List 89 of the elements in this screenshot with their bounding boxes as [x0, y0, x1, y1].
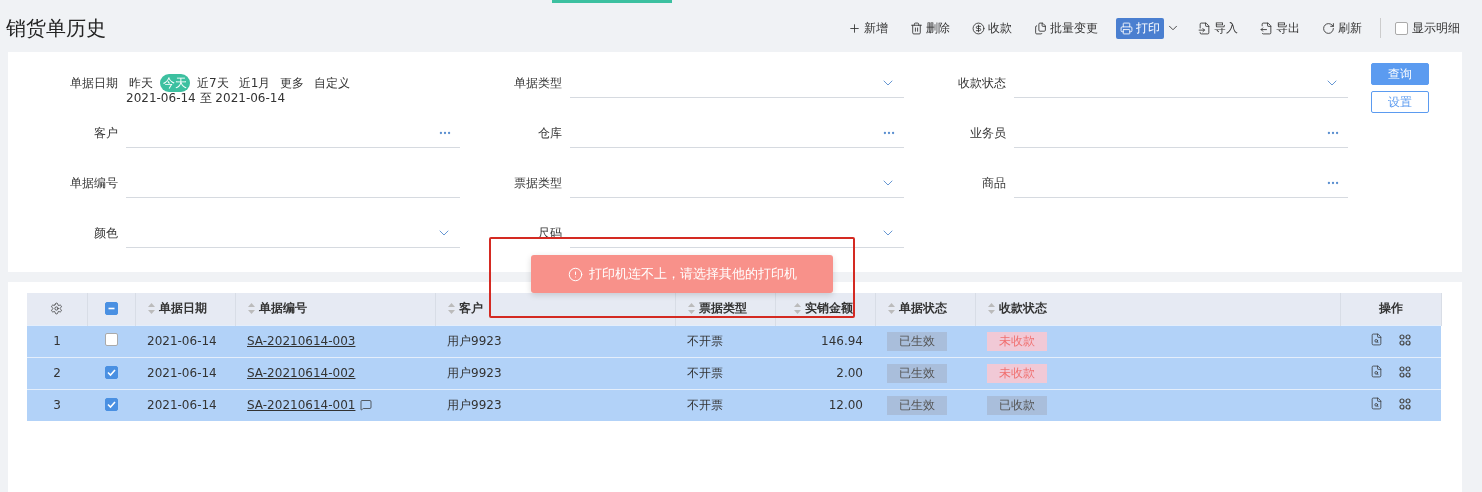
date-preset[interactable]: 昨天	[126, 74, 156, 92]
sort-icon[interactable]	[687, 303, 695, 315]
grid-icon[interactable]	[1399, 333, 1411, 346]
column-header: 操作	[1378, 300, 1403, 318]
status-tag: 已生效	[887, 331, 947, 351]
row-number: 1	[27, 325, 87, 357]
column-header: 客户	[458, 300, 483, 318]
table-cell: 2.00	[775, 357, 875, 389]
file-export-icon	[1260, 21, 1273, 35]
sort-icon[interactable]	[887, 303, 895, 315]
table-cell: 用户9923	[435, 357, 675, 389]
row-number: 2	[27, 357, 87, 389]
field-label: 业务员	[969, 125, 1007, 142]
field-label: 客户	[93, 125, 119, 142]
date-preset[interactable]: 近1月	[235, 74, 274, 92]
toast-message: 打印机连不上，请选择其他的打印机	[588, 265, 797, 283]
show-detail-checkbox[interactable]: 显示明细	[1395, 19, 1460, 37]
view-icon[interactable]	[1370, 397, 1383, 411]
table-cell: 2021-06-14	[135, 389, 235, 421]
table-cell: 用户9923	[435, 325, 675, 357]
message-icon[interactable]	[360, 399, 373, 412]
toolbar-button[interactable]: 收款	[968, 17, 1016, 39]
toolbar-button[interactable]: 批量变更	[1030, 17, 1102, 39]
date-preset[interactable]: 自定义	[311, 74, 354, 92]
check-icon	[106, 368, 116, 377]
field-label: 商品	[981, 175, 1007, 192]
table-cell: 不开票	[675, 389, 775, 421]
column-header: 单据编号	[258, 300, 307, 318]
table-cell: 2021-06-14	[135, 357, 235, 389]
field-label: 单据日期	[69, 75, 119, 92]
payment-status-tag: 已收款	[987, 395, 1047, 415]
row-checkbox[interactable]	[104, 333, 118, 346]
row-checkbox[interactable]	[104, 366, 118, 379]
column-header: 票据类型	[698, 300, 747, 318]
field-label: 收款状态	[957, 75, 1007, 92]
view-icon[interactable]	[1370, 365, 1383, 378]
grid-icon[interactable]	[1399, 365, 1411, 378]
check-icon	[106, 400, 116, 410]
row-number: 3	[27, 389, 87, 421]
printer-icon	[1120, 21, 1133, 35]
table-cell: 146.94	[775, 325, 875, 357]
column-header: 收款状态	[998, 300, 1047, 318]
payment-status-tag: 未收款	[987, 331, 1047, 351]
sort-icon[interactable]	[987, 303, 995, 315]
table-cell: 2021-06-14	[135, 325, 235, 357]
column-header: 单据状态	[898, 300, 947, 318]
field-label: 票据类型	[513, 175, 563, 192]
view-icon[interactable]	[1370, 333, 1383, 346]
files-icon	[1034, 21, 1047, 35]
plus-icon	[848, 21, 861, 35]
sort-icon[interactable]	[247, 303, 255, 315]
field-label: 仓库	[537, 125, 563, 142]
order-link[interactable]: SA-20210614-002	[247, 366, 356, 380]
column-header: 实销金额	[804, 300, 853, 318]
sort-icon[interactable]	[447, 303, 455, 315]
toolbar-button[interactable]: 导入	[1194, 17, 1242, 39]
column-header: 单据日期	[158, 300, 207, 318]
date-preset[interactable]: 近7天	[194, 74, 232, 92]
toolbar-button[interactable]: 刷新	[1318, 17, 1366, 39]
toolbar-button[interactable]: 新增	[844, 17, 892, 39]
grid-icon[interactable]	[1399, 397, 1411, 410]
sort-icon[interactable]	[147, 303, 155, 315]
table-cell: 用户9923	[435, 389, 675, 421]
field-label: 单据编号	[69, 175, 119, 192]
table-cell: 不开票	[675, 325, 775, 357]
order-link[interactable]: SA-20210614-003	[247, 334, 356, 348]
status-tag: 已生效	[887, 395, 947, 415]
trash-icon	[910, 21, 923, 35]
alert-icon	[567, 266, 583, 282]
table-cell: 12.00	[775, 389, 875, 421]
file-import-icon	[1198, 21, 1211, 35]
date-preset[interactable]: 更多	[277, 74, 308, 92]
toolbar-button[interactable]: 删除	[906, 17, 954, 39]
field-label: 颜色	[93, 225, 119, 242]
refresh-icon	[1322, 21, 1335, 35]
table-cell: 不开票	[675, 357, 775, 389]
date-range: 2021-06-14 至 2021-06-14	[126, 92, 287, 105]
toolbar-button[interactable]: 导出	[1256, 17, 1304, 39]
order-link[interactable]: SA-20210614-001	[247, 398, 356, 413]
coin-icon	[972, 21, 985, 35]
field-label: 单据类型	[513, 75, 563, 92]
page-title: 销货单历史	[6, 14, 107, 42]
payment-status-tag: 未收款	[987, 363, 1047, 383]
select-all-checkbox[interactable]	[104, 302, 118, 316]
settings-icon[interactable]	[50, 302, 64, 316]
toolbar-button[interactable]: 打印	[1116, 17, 1164, 39]
sort-icon[interactable]	[793, 303, 801, 315]
row-checkbox[interactable]	[104, 398, 118, 412]
status-tag: 已生效	[887, 363, 947, 383]
